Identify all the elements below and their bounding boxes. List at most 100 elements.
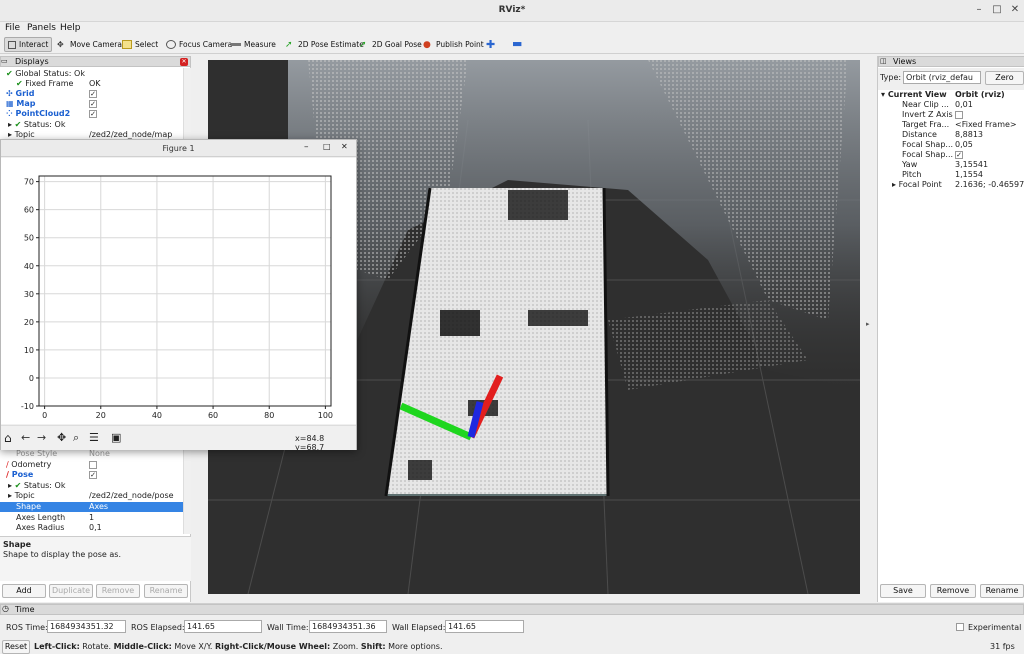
ros-elapsed-field[interactable]: 141.65 [184,620,262,633]
figure-minimize-icon[interactable]: – [304,142,309,152]
distance-value[interactable]: 8,8813 [955,130,983,140]
add-display-button[interactable]: Add [2,584,46,598]
wall-elapsed-field[interactable]: 141.65 [445,620,524,633]
focal-shape-fixed-checkbox[interactable]: ✓ [955,151,963,159]
pan-icon[interactable]: ✥ [57,431,66,444]
fixed-frame-row[interactable]: ✔ Fixed Frame [16,79,73,89]
y-tick-label: 50 [24,234,34,243]
forward-arrow-icon[interactable]: → [37,431,46,444]
maximize-icon[interactable]: □ [990,4,1004,15]
invert-z-checkbox[interactable] [955,111,963,119]
figure-close-icon[interactable]: ✕ [341,142,348,151]
goal-pose-tool[interactable]: ➚ 2D Goal Pose [356,37,425,52]
pose-status-row[interactable]: ▸ ✔ Status: Ok [8,481,65,491]
odometry-display-row[interactable]: ∕ Odometry [6,460,51,470]
zoom-icon[interactable]: ⌕ [73,431,79,445]
pointcloud-display-row[interactable]: ⁘ PointCloud2 [6,109,70,119]
expand-arrow-icon: ▸ [8,481,13,490]
pose-topic-value[interactable]: /zed2/zed_node/pose [89,491,174,501]
minimize-icon[interactable]: – [972,4,986,15]
pose-topic-row[interactable]: ▸ Topic [8,491,35,501]
pose-display-row[interactable]: ∕ Pose [6,470,33,480]
publish-point-tool[interactable]: ● Publish Point [420,37,487,52]
odometry-checkbox[interactable] [89,461,97,469]
menu-file[interactable]: File [5,23,20,33]
pc-status-row[interactable]: ▸ ✔ Status: Ok [8,120,65,130]
save-view-button[interactable]: Save [880,584,926,598]
scatter-chart[interactable]: 0 20 40 60 80 100 -10 0 10 20 30 40 50 60 70 [1,158,356,424]
check-icon: ✔ [14,120,22,129]
y-tick-label: -10 [21,402,34,411]
menu-help[interactable]: Help [60,23,81,33]
pointcloud-icon: ⁘ [6,109,13,118]
fixed-frame-value: OK [89,79,101,88]
x-tick-label: 0 [42,411,47,420]
ros-time-field[interactable]: 1684934351.32 [47,620,126,633]
experimental-checkbox[interactable] [956,623,964,631]
y-tick-label: 30 [24,290,34,299]
remove-display-button[interactable]: Remove [96,584,140,598]
near-clip-label: Near Clip ... [902,100,949,109]
wall-time-field[interactable]: 1684934351.36 [309,620,387,633]
displays-close-icon[interactable]: ✕ [180,58,188,66]
check-icon: ✔ [6,69,13,78]
move-camera-tool[interactable]: ✥ Move Camera [54,37,125,52]
clock-icon: ◷ [2,604,9,613]
rename-display-button[interactable]: Rename [144,584,188,598]
grid-display-row[interactable]: ✣ Grid [6,89,34,99]
reset-button[interactable]: Reset [2,640,30,654]
back-arrow-icon[interactable]: ← [21,431,30,444]
pointcloud-checkbox[interactable]: ✓ [89,110,97,118]
select-tool[interactable]: Select [119,37,161,52]
save-figure-icon[interactable]: ▣ [111,431,121,444]
current-view-row[interactable]: ▾ Current View [881,90,947,100]
focal-shape-fixed-label: Focal Shap... [902,150,954,159]
focal-point-value[interactable]: 2.1636; -0.46597... [955,180,1024,190]
views-header: Views [878,56,1024,67]
target-frame-value[interactable]: <Fixed Frame> [955,120,1017,130]
zero-button[interactable]: Zero [985,71,1024,85]
remove-view-button[interactable]: Remove [930,584,976,598]
measure-tool[interactable]: Measure [228,37,279,52]
check-icon: ✔ [16,79,23,88]
figure-window[interactable]: Figure 1 – □ ✕ 0 20 40 60 80 100 -10 0 10 20 30 40 5… [0,139,357,452]
close-icon[interactable]: ✕ [1008,4,1022,15]
figure-maximize-icon[interactable]: □ [323,142,331,151]
views-panel: Views ◫ Type: Orbit (rviz_defau Zero ▾ C… [877,56,1024,602]
view-type-select[interactable]: Orbit (rviz_defau [903,71,981,84]
time-panel: Time ◷ ROS Time: 1684934351.32 ROS Elaps… [0,603,1024,654]
pose-icon: ∕ [6,470,9,479]
check-icon: ✔ [14,481,22,490]
shape-value[interactable]: Axes [89,502,108,512]
y-tick-label: 10 [24,346,34,355]
focal-shape-size-value[interactable]: 0,05 [955,140,973,150]
pose-estimate-tool[interactable]: ➚ 2D Pose Estimate [282,37,367,52]
focus-camera-tool[interactable]: Focus Camera [163,37,235,52]
rename-view-button[interactable]: Rename [980,584,1024,598]
axes-radius-value[interactable]: 0,1 [89,523,102,533]
right-splitter-arrow-icon[interactable]: ▸ [866,320,870,328]
pitch-value[interactable]: 1,1554 [955,170,983,180]
axes-length-value[interactable]: 1 [89,513,94,523]
yaw-value[interactable]: 3,15541 [955,160,988,170]
map-checkbox[interactable]: ✓ [89,100,97,108]
y-tick-label: 70 [24,178,34,187]
menu-panels[interactable]: Panels [27,23,56,33]
global-status-row[interactable]: ✔ Global Status: Ok [6,69,85,79]
description-text: Shape to display the pose as. [3,550,122,559]
add-tool-icon[interactable]: ✚ [486,38,495,51]
remove-tool-icon[interactable]: ▬ [512,37,522,50]
grid-checkbox[interactable]: ✓ [89,90,97,98]
fps-counter: 31 fps [990,642,1015,651]
pose-style-value[interactable]: None [89,449,110,459]
focal-point-row[interactable]: ▸ Focal Point [892,180,942,190]
home-icon[interactable]: ⌂ [4,431,12,445]
wall-time-label: Wall Time: [267,623,309,632]
map-display-row[interactable]: ▦ Map [6,99,35,109]
duplicate-display-button[interactable]: Duplicate [49,584,93,598]
pose-checkbox[interactable]: ✓ [89,471,97,479]
time-header: Time [0,604,1024,615]
configure-subplots-icon[interactable]: ☰ [89,431,99,444]
near-clip-value[interactable]: 0,01 [955,100,973,110]
interact-tool[interactable]: Interact [4,37,53,52]
